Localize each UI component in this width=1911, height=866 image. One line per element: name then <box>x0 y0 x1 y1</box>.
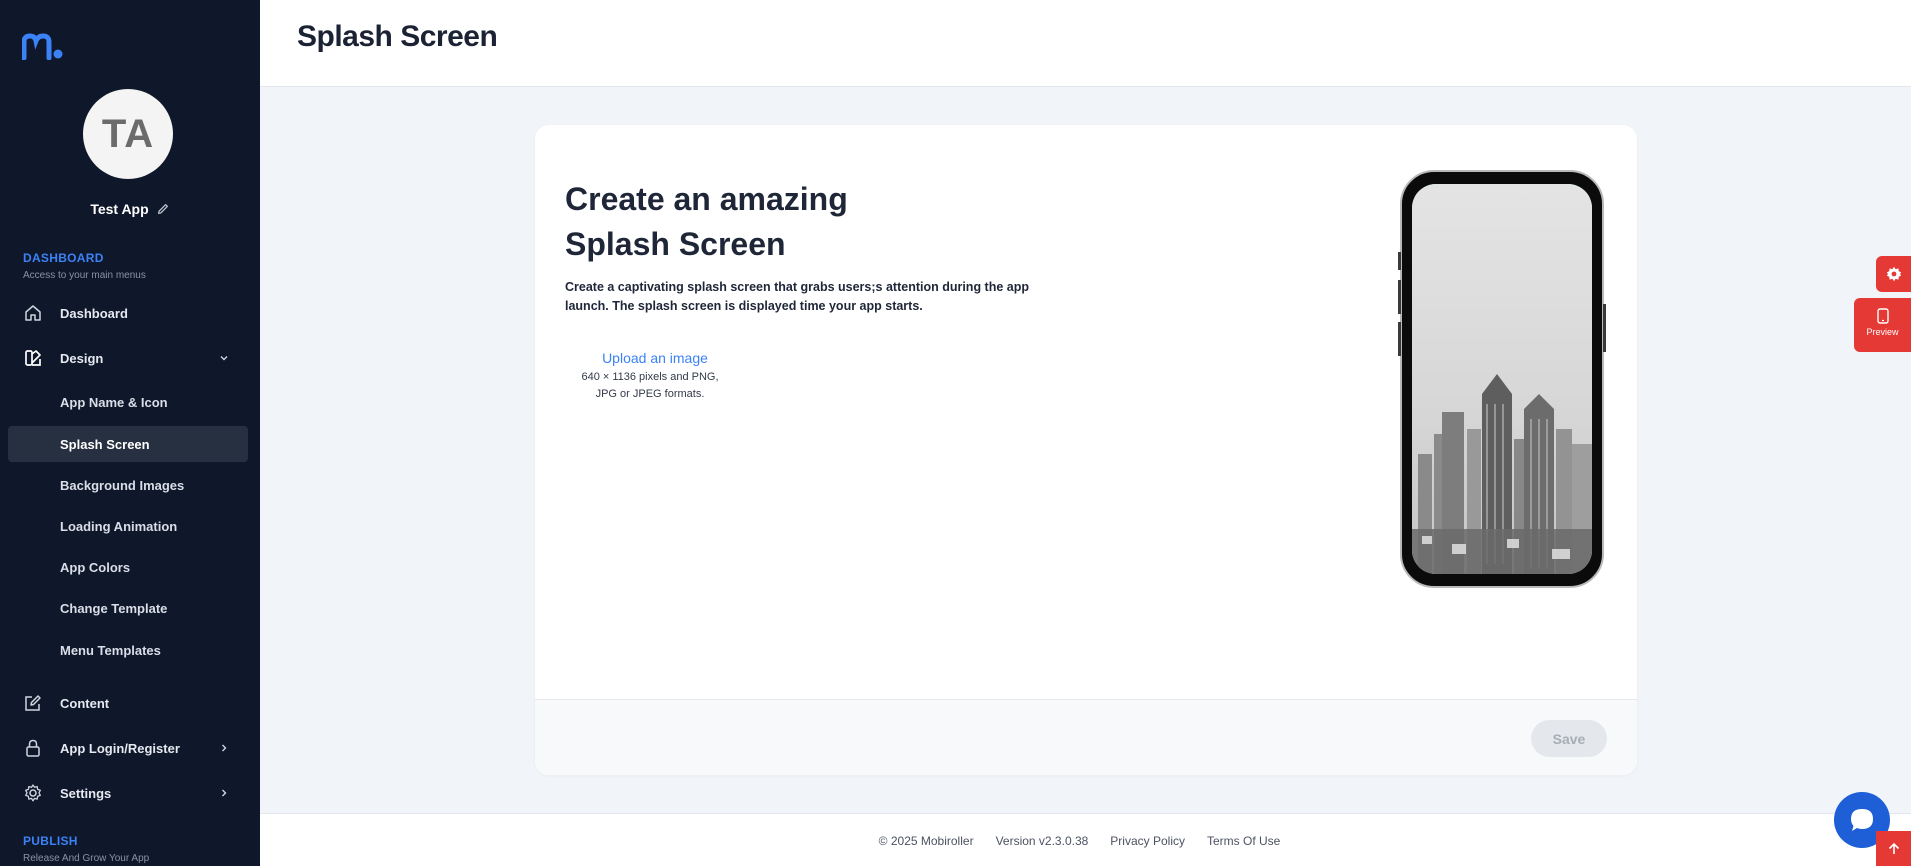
footer-terms-link[interactable]: Terms Of Use <box>1207 834 1280 848</box>
chevron-down-icon <box>220 356 228 361</box>
sidebar-item-app-colors[interactable]: App Colors <box>8 549 248 585</box>
card-heading: Create an amazing Splash Screen <box>565 177 848 267</box>
footer-copyright: © 2025 Mobiroller <box>878 834 974 848</box>
sidebar: TA Test App DASHBOARD Access to your mai… <box>0 0 260 866</box>
page-footer: © 2025 Mobiroller Version v2.3.0.38 Priv… <box>260 813 1911 866</box>
nav-dashboard-label: Dashboard <box>60 305 128 321</box>
publish-section-subtitle: Release And Grow Your App <box>23 853 150 864</box>
phone-preview <box>1398 170 1606 588</box>
card-heading-line-2: Splash Screen <box>565 226 786 262</box>
splash-screen-card: Create an amazing Splash Screen Create a… <box>535 125 1637 775</box>
sidebar-item-background-images[interactable]: Background Images <box>8 467 248 503</box>
app-name[interactable]: Test App <box>0 201 260 217</box>
gear-icon <box>1886 266 1901 282</box>
nav-design[interactable]: Design <box>8 340 248 376</box>
sidebar-item-loading-animation[interactable]: Loading Animation <box>8 508 248 544</box>
nav-settings[interactable]: Settings <box>8 775 248 811</box>
nav-app-login-register[interactable]: App Login/Register <box>8 730 248 766</box>
chevron-right-icon <box>222 744 227 752</box>
phone-side-button <box>1398 280 1401 314</box>
nav-design-label: Design <box>60 350 104 366</box>
edit-icon <box>25 695 41 711</box>
sidebar-item-app-name-icon[interactable]: App Name & Icon <box>8 384 248 420</box>
card-heading-line-1: Create an amazing <box>565 181 848 217</box>
upload-hint-line-1: 640 × 1136 pixels and PNG, <box>581 371 719 383</box>
card-footer: Save <box>535 699 1637 775</box>
home-icon <box>25 305 41 321</box>
floating-preview-button[interactable]: Preview <box>1854 298 1911 352</box>
upload-image-link[interactable]: Upload an image <box>602 350 708 366</box>
nav-content[interactable]: Content <box>8 685 248 721</box>
upload-area[interactable]: Upload an image 640 × 1136 pixels and PN… <box>565 350 735 403</box>
chat-icon <box>1851 809 1873 831</box>
splash-image-preview <box>1412 184 1592 574</box>
phone-icon <box>1876 308 1889 324</box>
dashboard-section-subtitle: Access to your main menus <box>23 270 146 281</box>
dashboard-section-title: DASHBOARD <box>23 251 104 265</box>
phone-side-button <box>1398 252 1401 270</box>
floating-settings-button[interactable] <box>1876 256 1911 292</box>
phone-side-button <box>1603 304 1606 352</box>
arrow-up-icon <box>1888 842 1899 854</box>
app-name-label: Test App <box>90 201 149 217</box>
scroll-top-button[interactable] <box>1876 831 1911 866</box>
sidebar-item-menu-templates[interactable]: Menu Templates <box>8 632 248 668</box>
upload-hint-line-2: JPG or JPEG formats. <box>595 388 705 400</box>
phone-side-button <box>1398 322 1401 356</box>
city-skyline-image <box>1412 184 1592 574</box>
header: Splash Screen <box>260 0 1911 87</box>
logo-icon[interactable] <box>22 32 64 60</box>
pencil-icon[interactable] <box>156 202 170 216</box>
footer-privacy-link[interactable]: Privacy Policy <box>1110 834 1185 848</box>
preview-label: Preview <box>1866 327 1899 337</box>
nav-content-label: Content <box>60 695 110 711</box>
sidebar-item-splash-screen[interactable]: Splash Screen <box>8 426 248 462</box>
sidebar-item-change-template[interactable]: Change Template <box>8 590 248 626</box>
card-description: Create a captivating splash screen that … <box>565 280 1030 313</box>
publish-section-title: PUBLISH <box>23 834 78 848</box>
gear-icon <box>25 784 41 802</box>
chevron-right-icon <box>222 789 227 797</box>
nav-app-login-register-label: App Login/Register <box>60 740 180 756</box>
nav-dashboard[interactable]: Dashboard <box>8 295 248 331</box>
footer-links: © 2025 Mobiroller Version v2.3.0.38 Priv… <box>260 834 1911 848</box>
lock-icon <box>26 739 40 757</box>
avatar[interactable]: TA <box>83 89 173 179</box>
footer-version: Version v2.3.0.38 <box>995 834 1089 848</box>
save-button[interactable]: Save <box>1531 720 1607 757</box>
nav-settings-label: Settings <box>60 785 112 801</box>
palette-icon <box>25 350 41 366</box>
page-title: Splash Screen <box>297 20 498 53</box>
